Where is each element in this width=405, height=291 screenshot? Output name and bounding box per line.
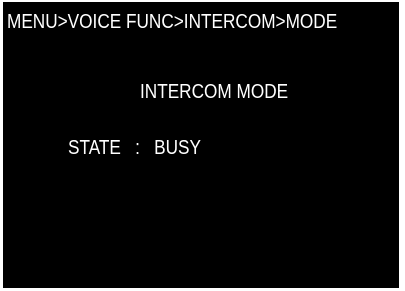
state-label: STATE	[68, 137, 121, 159]
page-title: INTERCOM MODE	[140, 81, 289, 103]
intercom-mode-screen: MENU>VOICE FUNC>INTERCOM>MODE INTERCOM M…	[3, 2, 399, 288]
state-row: STATE : BUSY	[68, 138, 201, 158]
breadcrumb: MENU>VOICE FUNC>INTERCOM>MODE	[7, 11, 338, 33]
state-value: BUSY	[154, 137, 201, 159]
state-separator: :	[135, 137, 140, 159]
